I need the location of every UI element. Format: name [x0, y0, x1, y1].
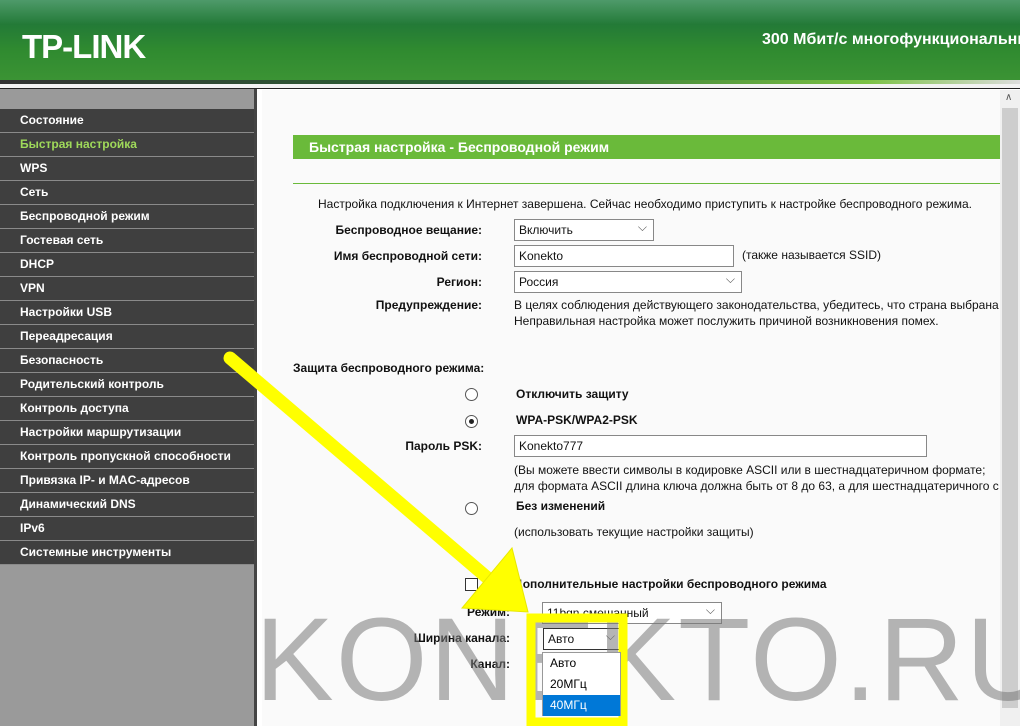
channel-width-dropdown: Авто 20МГц 40МГц: [542, 652, 621, 716]
sidebar-item[interactable]: Переадресация: [0, 325, 254, 349]
sidebar-item[interactable]: Родительский контроль: [0, 373, 254, 397]
sidebar-item[interactable]: VPN: [0, 277, 254, 301]
opt-off-label: Отключить защиту: [516, 387, 629, 401]
sidebar-item[interactable]: Гостевая сеть: [0, 229, 254, 253]
channel-label: Канал:: [470, 657, 510, 671]
ssid-label: Имя беспроводной сети:: [333, 249, 482, 263]
psk-note1: (Вы можете ввести символы в кодировке AS…: [514, 463, 986, 477]
radio-disable-security[interactable]: [465, 388, 478, 401]
mode-select[interactable]: 11bgn смешанный: [542, 600, 722, 624]
sidebar-item[interactable]: Состояние: [0, 109, 254, 133]
radio-no-change[interactable]: [465, 502, 478, 515]
sidebar-item[interactable]: Сеть: [0, 181, 254, 205]
sidebar-item[interactable]: Динамический DNS: [0, 493, 254, 517]
nochange-note: (использовать текущие настройки защиты): [514, 525, 754, 539]
sidebar-item[interactable]: Контроль пропускной способности: [0, 445, 254, 469]
sidebar-item[interactable]: Быстрая настройка: [0, 133, 254, 157]
option-40mhz[interactable]: 40МГц: [543, 695, 620, 716]
option-auto[interactable]: Авто: [543, 653, 620, 674]
broadcast-select[interactable]: Включить: [514, 217, 654, 241]
broadcast-value: Включить: [519, 223, 573, 237]
opt-wpa-label: WPA-PSK/WPA2-PSK: [516, 413, 638, 427]
sidebar-item[interactable]: Привязка IP- и MAC-адресов: [0, 469, 254, 493]
header: TP-LINK 300 Мбит/с многофункциональный: [0, 0, 1020, 82]
scroll-up-icon[interactable]: ∧: [1005, 92, 1012, 103]
broadcast-label: Беспроводное вещание:: [335, 223, 482, 237]
ssid-note: (также называется SSID): [742, 248, 881, 262]
ssid-input[interactable]: Konekto: [514, 245, 734, 267]
intro-text: Настройка подключения к Интернет заверше…: [318, 197, 972, 211]
sidebar-item[interactable]: Настройки USB: [0, 301, 254, 325]
warning-line1: В целях соблюдения действующего законода…: [514, 298, 999, 312]
mode-label: Режим:: [467, 605, 510, 619]
opt-nochange-label: Без изменений: [516, 499, 606, 513]
advanced-label: Дополнительные настройки беспроводного р…: [514, 577, 827, 591]
scroll-thumb[interactable]: [1002, 108, 1018, 708]
width-label: Ширина канала:: [413, 631, 510, 645]
option-20mhz[interactable]: 20МГц: [543, 674, 620, 695]
psk-input[interactable]: Konekto777: [514, 435, 927, 457]
region-label: Регион:: [436, 275, 482, 289]
sidebar-item[interactable]: Настройки маршрутизации: [0, 421, 254, 445]
sidebar-item[interactable]: DHCP: [0, 253, 254, 277]
page-title: Быстрая настройка - Беспроводной режим: [293, 135, 1000, 159]
content: Быстрая настройка - Беспроводной режим Н…: [262, 90, 1000, 726]
sidebar-item[interactable]: IPv6: [0, 517, 254, 541]
security-heading: Защита беспроводного режима:: [293, 361, 485, 375]
radio-wpa-psk[interactable]: [465, 415, 478, 428]
region-select[interactable]: Россия: [514, 269, 742, 293]
sidebar: Состояние Быстрая настройка WPS Сеть Беспров…: [0, 89, 257, 726]
psk-label: Пароль PSK:: [405, 439, 482, 453]
warning-label: Предупреждение:: [375, 298, 482, 312]
tp-link-logo: TP-LINK: [22, 28, 146, 65]
warning-line2: Неправильная настройка может послужить п…: [514, 314, 939, 328]
scrollbar[interactable]: ∧: [1000, 90, 1020, 726]
divider: [293, 183, 1000, 184]
mode-value: 11bgn смешанный: [547, 606, 649, 620]
advanced-checkbox[interactable]: [465, 578, 478, 591]
sidebar-item[interactable]: WPS: [0, 157, 254, 181]
channel-width-select[interactable]: Авто: [543, 626, 622, 650]
region-value: Россия: [519, 275, 559, 289]
sidebar-item[interactable]: Беспроводной режим: [0, 205, 254, 229]
sidebar-item[interactable]: Системные инструменты: [0, 541, 254, 565]
width-value: Авто: [548, 632, 575, 646]
psk-note2: для формата ASCII длина ключа должна быт…: [514, 479, 999, 493]
model-title: 300 Мбит/с многофункциональный: [762, 31, 1020, 48]
sidebar-item[interactable]: Безопасность: [0, 349, 254, 373]
sidebar-item[interactable]: Контроль доступа: [0, 397, 254, 421]
